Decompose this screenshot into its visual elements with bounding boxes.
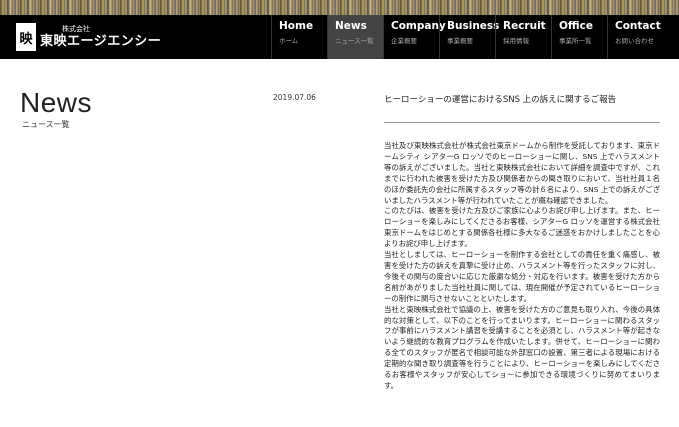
post-paragraph: 当社としましては、ヒーローショーを制作する会社としての責任を重く痛感し、被害を受… bbox=[384, 250, 660, 303]
page-subtitle: ニュース一覧 bbox=[22, 120, 70, 129]
header-nav-bar: 映 株式会社 東映エージエンシー Home ホーム News ニュース一覧 Co… bbox=[0, 15, 679, 59]
nav-sub: 採用情報 bbox=[503, 37, 529, 45]
main-nav: Home ホーム News ニュース一覧 Company 企業概要 Busine… bbox=[271, 15, 663, 59]
nav-sub: 事業概要 bbox=[447, 37, 473, 45]
title-divider bbox=[384, 122, 660, 123]
nav-sub: ホーム bbox=[279, 37, 299, 45]
nav-sub: 企業概要 bbox=[391, 37, 417, 45]
nav-sub: ニュース一覧 bbox=[335, 37, 374, 45]
main-content: News ニュース一覧 2019.07.06 ヒーローショーの運営におけるSNS… bbox=[0, 59, 679, 427]
logo-company-sub: 株式会社 bbox=[62, 25, 90, 33]
post-paragraph: 当社及び東映株式会社が株式会社東京ドームから制作を受託しております、東京ドームシ… bbox=[384, 141, 660, 205]
nav-label: News bbox=[335, 20, 367, 32]
nav-item-contact[interactable]: Contact お問い合わせ bbox=[607, 15, 663, 59]
post-body: 当社及び東映株式会社が株式会社東京ドームから制作を受託しております、東京ドームシ… bbox=[384, 141, 660, 392]
decorative-stripe-banner bbox=[0, 0, 679, 15]
nav-label: Recruit bbox=[503, 20, 546, 32]
nav-label: Office bbox=[559, 20, 593, 32]
nav-item-company[interactable]: Company 企業概要 bbox=[383, 15, 446, 59]
post-title: ヒーローショーの運営におけるSNS 上の訴えに関するご報告 bbox=[384, 95, 617, 105]
nav-label: Company bbox=[391, 20, 446, 32]
nav-item-recruit[interactable]: Recruit 採用情報 bbox=[495, 15, 551, 59]
page-title: News bbox=[20, 87, 93, 118]
nav-label: Contact bbox=[615, 20, 661, 32]
logo-mark-icon: 映 bbox=[16, 23, 36, 51]
nav-item-business[interactable]: Business 事業概要 bbox=[439, 15, 500, 59]
nav-item-news[interactable]: News ニュース一覧 bbox=[327, 15, 383, 59]
post-paragraph: このたびは、被害を受けた方及びご家族に心よりお詫び申し上げます。また、ヒーローシ… bbox=[384, 206, 660, 249]
nav-label: Business bbox=[447, 20, 500, 32]
nav-sub: お問い合わせ bbox=[615, 37, 654, 45]
nav-sub: 事業所一覧 bbox=[559, 37, 592, 45]
post-date: 2019.07.06 bbox=[273, 93, 316, 102]
logo-text: 株式会社 東映エージエンシー bbox=[40, 25, 162, 49]
logo-company-name: 東映エージエンシー bbox=[40, 34, 162, 49]
nav-label: Home bbox=[279, 20, 314, 32]
post-paragraph: 当社と東映株式会社で協議の上、被害を受けた方のご意見も取り入れ、今後の具体的な対… bbox=[384, 304, 660, 390]
company-logo[interactable]: 映 株式会社 東映エージエンシー bbox=[0, 15, 261, 59]
nav-item-office[interactable]: Office 事業所一覧 bbox=[551, 15, 607, 59]
nav-item-home[interactable]: Home ホーム bbox=[271, 15, 327, 59]
